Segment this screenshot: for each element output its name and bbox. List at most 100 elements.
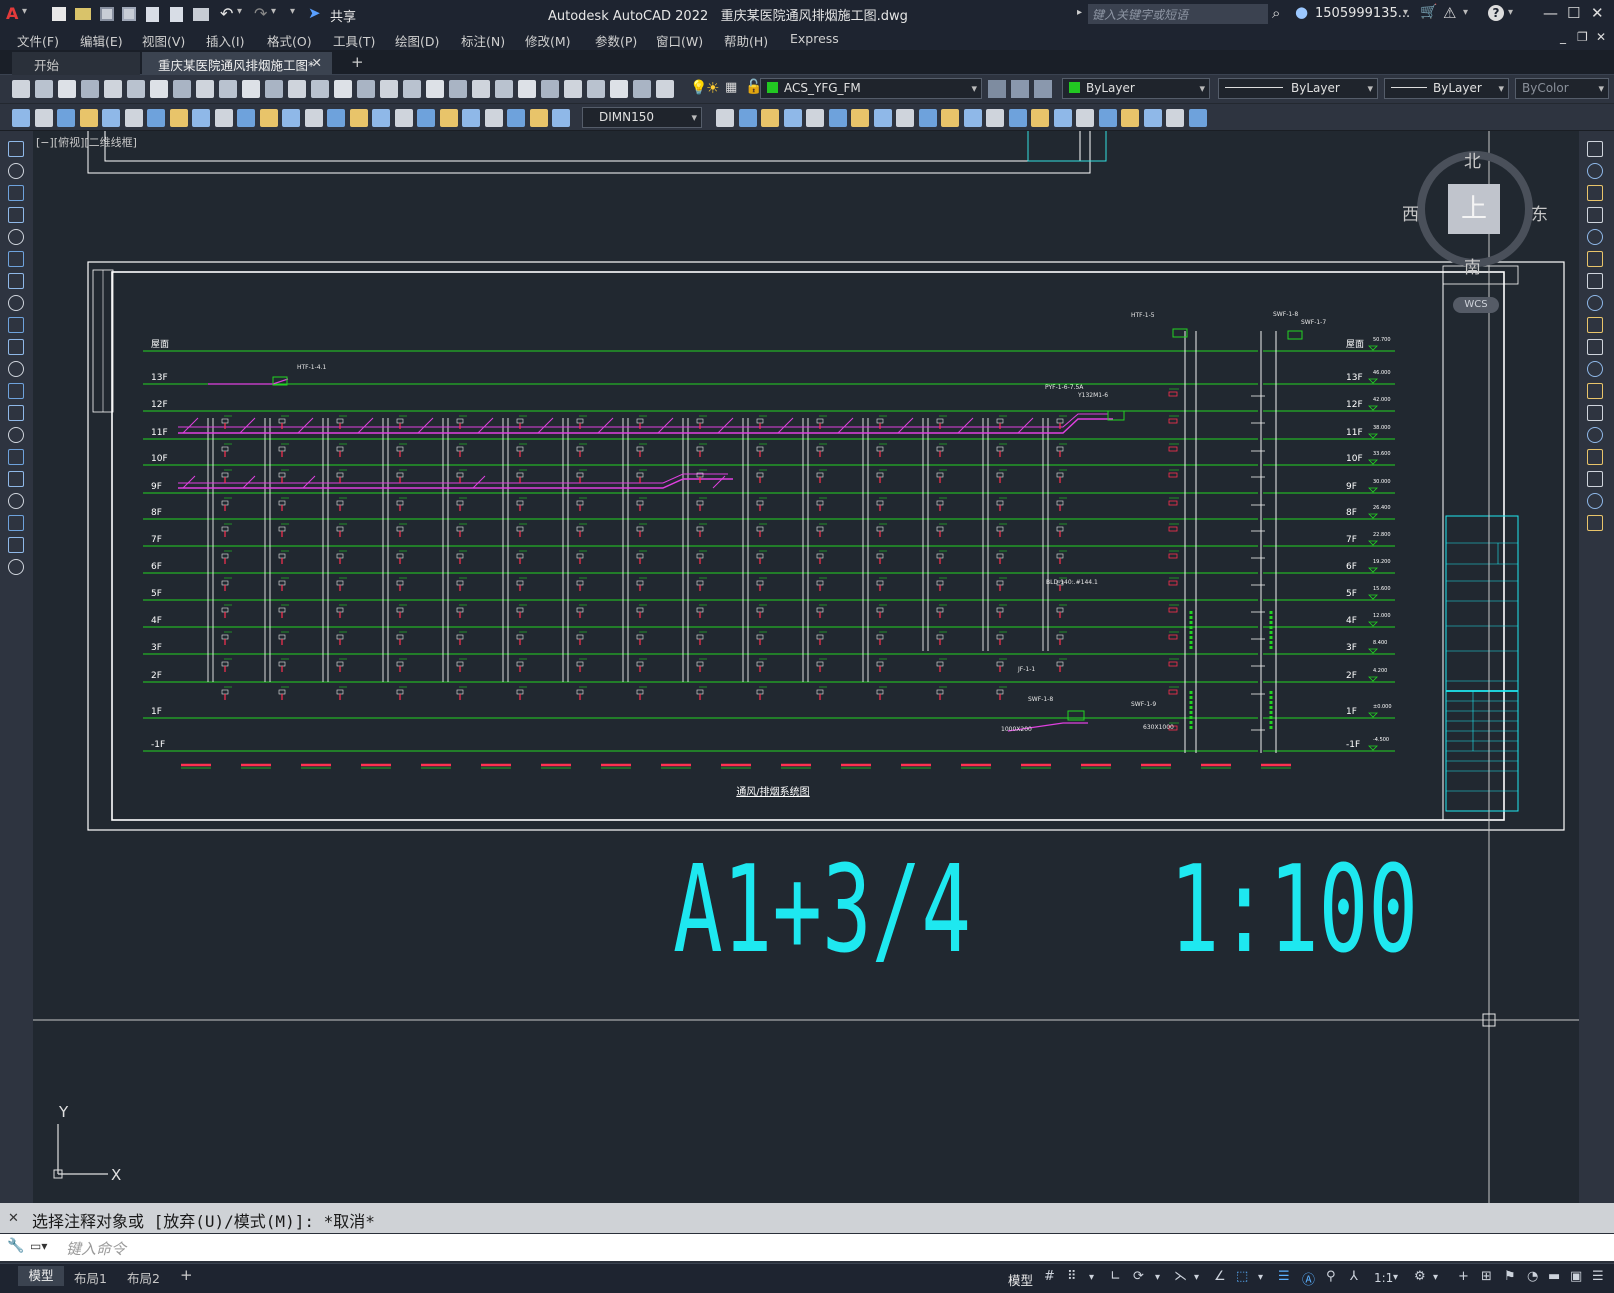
dimension-tool-1-icon[interactable]: [12, 109, 30, 127]
tab-layout2[interactable]: 布局2: [127, 1268, 160, 1287]
open-file-icon[interactable]: [75, 8, 91, 20]
dimension-tool-39-icon[interactable]: [1009, 109, 1027, 127]
standard-tool-9-icon[interactable]: [196, 80, 214, 98]
standard-tool-13-icon[interactable]: [288, 80, 306, 98]
dimension-tool-41-icon[interactable]: [1054, 109, 1072, 127]
dimension-tool-28-icon[interactable]: [761, 109, 779, 127]
otrack-icon[interactable]: ∠: [1214, 1269, 1226, 1284]
standard-tool-15-icon[interactable]: [334, 80, 352, 98]
dimension-tool-47-icon[interactable]: [1189, 109, 1207, 127]
tab-close-icon[interactable]: ✕: [312, 55, 322, 70]
redo-icon[interactable]: ↷: [254, 4, 267, 23]
layer-on-icon[interactable]: 💡: [690, 80, 707, 96]
standard-tool-22-icon[interactable]: [495, 80, 513, 98]
standard-tool-26-icon[interactable]: [587, 80, 605, 98]
dimension-tool-40-icon[interactable]: [1031, 109, 1049, 127]
redo-dropdown-icon[interactable]: ▾: [271, 6, 276, 17]
add-layout-icon[interactable]: +: [180, 1266, 193, 1284]
dimension-tool-3-icon[interactable]: [57, 109, 75, 127]
customize-qat-icon[interactable]: ▾: [290, 6, 295, 17]
hardware-accel-icon[interactable]: ▬: [1548, 1269, 1560, 1284]
tab-layout1[interactable]: 布局1: [74, 1268, 107, 1287]
dimension-tool-2-icon[interactable]: [35, 109, 53, 127]
dimension-tool-45-icon[interactable]: [1144, 109, 1162, 127]
draw-tool-3-icon[interactable]: [8, 185, 24, 201]
menu-tools[interactable]: 工具(T): [333, 31, 375, 50]
workspace-gear-icon[interactable]: ⚙: [1414, 1269, 1426, 1284]
units-icon[interactable]: ⊞: [1481, 1269, 1492, 1284]
standard-tool-18-icon[interactable]: [403, 80, 421, 98]
lineweight-dropdown[interactable]: ByLayer: [1384, 78, 1509, 99]
menu-express[interactable]: Express: [790, 31, 839, 46]
menu-insert[interactable]: 插入(I): [206, 31, 244, 50]
minimize-icon[interactable]: —: [1543, 4, 1558, 22]
tab-active-drawing[interactable]: 重庆某医院通风排烟施工图* ✕: [142, 52, 332, 75]
lineweight-icon[interactable]: ☰: [1278, 1269, 1290, 1284]
draw-tool-17-icon[interactable]: [8, 493, 24, 509]
draw-tool-9-icon[interactable]: [8, 317, 24, 333]
menu-parametric[interactable]: 参数(P): [595, 31, 637, 50]
draw-tool-14-icon[interactable]: [8, 427, 24, 443]
wcs-menu[interactable]: WCS: [1453, 297, 1499, 313]
menu-file[interactable]: 文件(F): [17, 31, 59, 50]
dimension-tool-34-icon[interactable]: [896, 109, 914, 127]
dimension-tool-37-icon[interactable]: [964, 109, 982, 127]
draw-tool-2-icon[interactable]: [8, 163, 24, 179]
modify-tool-10-icon[interactable]: [1587, 339, 1603, 355]
annotation-scale-value[interactable]: 1:1: [1374, 1271, 1393, 1285]
draw-tool-10-icon[interactable]: [8, 339, 24, 355]
menu-modify[interactable]: 修改(M): [525, 31, 571, 50]
dimension-tool-15-icon[interactable]: [327, 109, 345, 127]
osnap-icon[interactable]: ⬚: [1236, 1269, 1248, 1284]
color-dropdown[interactable]: ByLayer: [1062, 78, 1210, 99]
draw-tool-13-icon[interactable]: [8, 405, 24, 421]
standard-tool-12-icon[interactable]: [265, 80, 283, 98]
viewcube-east[interactable]: 东: [1531, 200, 1548, 225]
dimension-tool-33-icon[interactable]: [874, 109, 892, 127]
grid-icon[interactable]: #: [1044, 1269, 1055, 1284]
menu-format[interactable]: 格式(O): [267, 31, 312, 50]
search-box[interactable]: 键入关键字或短语: [1088, 4, 1268, 24]
standard-tool-19-icon[interactable]: [426, 80, 444, 98]
layer-freeze-icon[interactable]: ☀: [706, 79, 719, 97]
standard-tool-11-icon[interactable]: [242, 80, 260, 98]
annotation-visibility-icon[interactable]: Ⓐ: [1302, 1269, 1315, 1288]
model-space-button[interactable]: 模型: [1008, 1270, 1033, 1289]
open-web-icon[interactable]: [146, 7, 159, 22]
autocad-logo[interactable]: A: [6, 4, 18, 23]
modify-tool-8-icon[interactable]: [1587, 295, 1603, 311]
user-dropdown-icon[interactable]: ▾: [1403, 7, 1408, 18]
menu-help[interactable]: 帮助(H): [724, 31, 768, 50]
viewcube-face-top[interactable]: 上: [1448, 184, 1500, 234]
modify-tool-5-icon[interactable]: [1587, 229, 1603, 245]
ortho-icon[interactable]: ∟: [1110, 1269, 1121, 1284]
draw-tool-6-icon[interactable]: [8, 251, 24, 267]
customize-status-icon[interactable]: ☰: [1592, 1269, 1604, 1284]
dimension-tool-27-icon[interactable]: [739, 109, 757, 127]
command-input[interactable]: 键入命令: [66, 1238, 126, 1259]
clean-screen-icon[interactable]: ▣: [1570, 1269, 1582, 1284]
standard-tool-8-icon[interactable]: [173, 80, 191, 98]
dimension-tool-32-icon[interactable]: [851, 109, 869, 127]
standard-tool-20-icon[interactable]: [449, 80, 467, 98]
dimension-tool-42-icon[interactable]: [1076, 109, 1094, 127]
new-tab-icon[interactable]: +: [351, 53, 364, 71]
save-as-icon[interactable]: [122, 7, 136, 21]
dimension-tool-30-icon[interactable]: [806, 109, 824, 127]
standard-tool-3-icon[interactable]: [58, 80, 76, 98]
new-file-icon[interactable]: [52, 7, 66, 21]
isodraft-dropdown-icon[interactable]: ▾: [1194, 1272, 1199, 1283]
draw-tool-11-icon[interactable]: [8, 361, 24, 377]
close-icon[interactable]: ✕: [1591, 4, 1604, 22]
modify-tool-15-icon[interactable]: [1587, 449, 1603, 465]
drawing-canvas[interactable]: [−][俯视][二维线框] 屋面 屋面 50.700 13F 13F 46.000 12F 1…: [33, 131, 1579, 1203]
annotation-monitor-icon[interactable]: +: [1458, 1269, 1469, 1284]
draw-tool-16-icon[interactable]: [8, 471, 24, 487]
dimension-tool-14-icon[interactable]: [305, 109, 323, 127]
standard-tool-10-icon[interactable]: [219, 80, 237, 98]
menu-window[interactable]: 窗口(W): [656, 31, 703, 50]
viewcube-south[interactable]: 南: [1464, 253, 1481, 278]
dimension-tool-26-icon[interactable]: [716, 109, 734, 127]
auto-scale-icon[interactable]: ⚲: [1326, 1269, 1336, 1284]
standard-tool-16-icon[interactable]: [357, 80, 375, 98]
